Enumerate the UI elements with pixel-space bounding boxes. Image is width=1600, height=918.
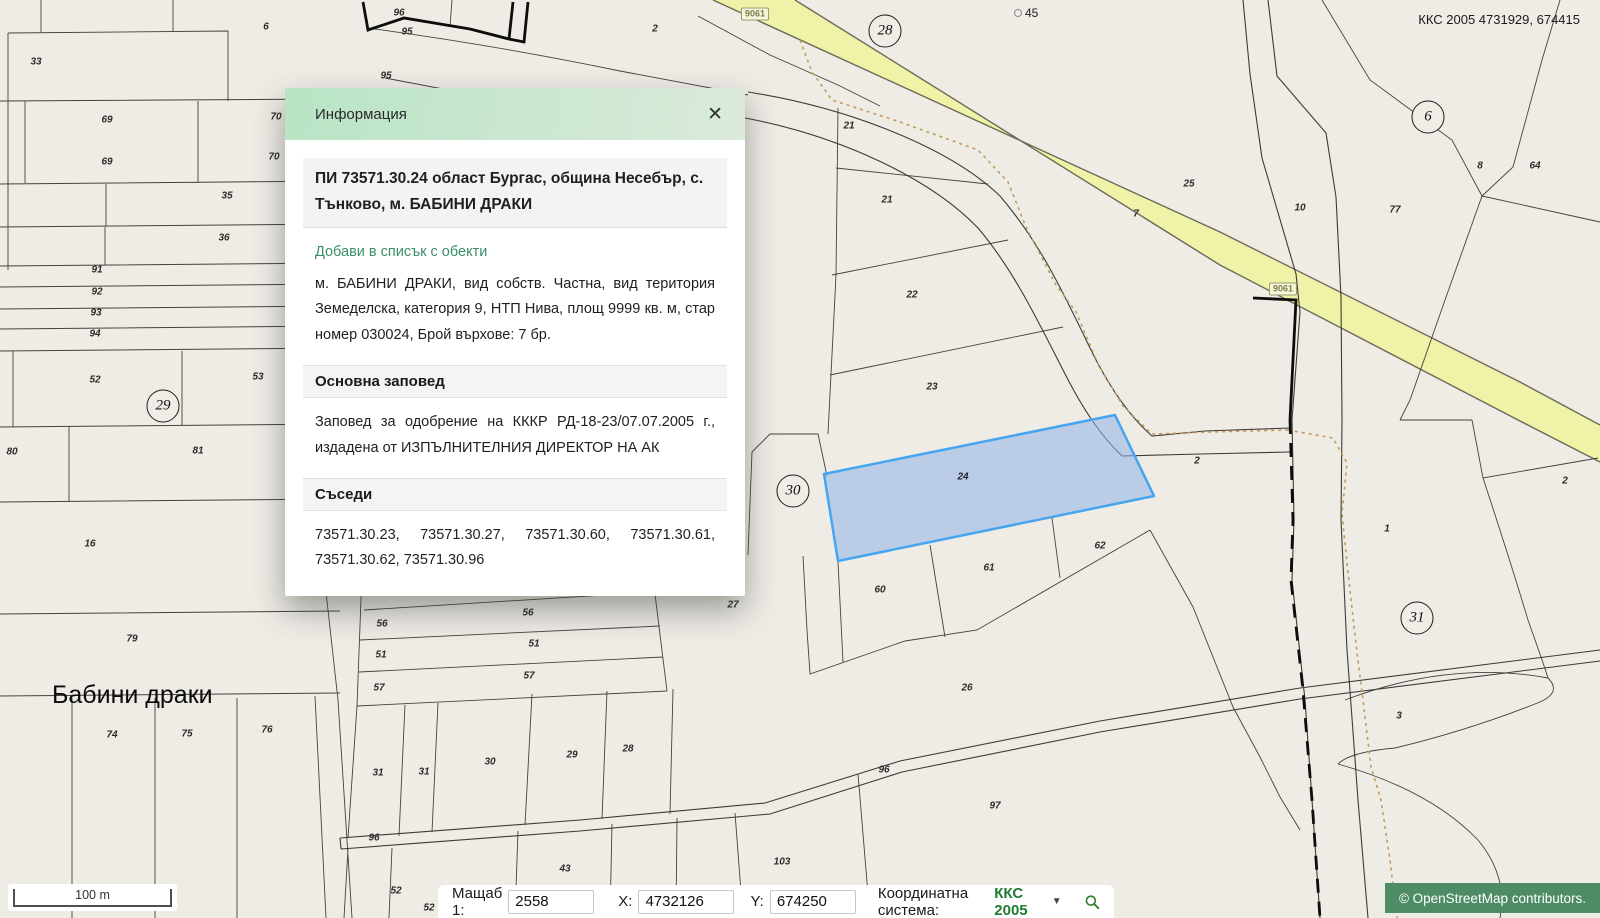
x-label: X:	[618, 893, 632, 910]
info-popup: Информация ✕ ПИ 73571.30.24 област Бурга…	[285, 88, 745, 596]
order-text: Заповед за одобрение на КККР РД-18-23/07…	[315, 410, 715, 462]
parcel-description: м. БАБИНИ ДРАКИ, вид собств. Частна, вид…	[315, 272, 715, 349]
survey-point-label: 45	[1025, 6, 1038, 20]
popup-header: Информация ✕	[285, 88, 745, 140]
selected-parcel-number: 24	[957, 472, 968, 483]
cadastral-map[interactable]	[0, 0, 1600, 918]
y-coordinate-input[interactable]	[770, 890, 856, 914]
corner-coordinates: ККС 2005 4731929, 674415	[1418, 12, 1580, 27]
coordinate-system-value[interactable]: ККС 2005	[994, 885, 1039, 918]
cadastre-app: 3366970697035369192939452538081167974757…	[0, 0, 1600, 918]
scale-bar-label: 100 m	[8, 888, 177, 902]
parcel-title: ПИ 73571.30.24 област Бургас, община Нес…	[303, 158, 727, 228]
close-icon[interactable]: ✕	[703, 103, 727, 126]
place-name-label: Бабини драки	[52, 681, 213, 710]
scale-input[interactable]	[508, 890, 594, 914]
chevron-down-icon[interactable]: ▼	[1052, 896, 1062, 907]
section-heading-neighbors: Съседи	[303, 478, 727, 511]
osm-attribution-link[interactable]: © OpenStreetMap contributors.	[1385, 883, 1600, 913]
survey-point-icon	[1014, 9, 1022, 17]
section-heading-order: Основна заповед	[303, 365, 727, 398]
y-label: Y:	[750, 893, 763, 910]
x-coordinate-input[interactable]	[638, 890, 734, 914]
add-to-list-link[interactable]: Добави в списък с обекти	[315, 244, 715, 260]
popup-title: Информация	[315, 106, 407, 123]
crs-label: Координатна система:	[878, 885, 984, 918]
map-background	[0, 0, 1600, 918]
scale-label: Мащаб 1:	[452, 885, 502, 918]
survey-point-marker: 45	[1014, 6, 1038, 20]
scale-bar: 100 m	[8, 884, 177, 911]
neighbors-text: 73571.30.23, 73571.30.27, 73571.30.60, 7…	[315, 523, 715, 575]
popup-body: ПИ 73571.30.24 област Бургас, община Нес…	[285, 140, 745, 596]
search-icon[interactable]	[1084, 890, 1100, 914]
status-bar: Мащаб 1: X: Y: Координатна система: ККС …	[438, 885, 1114, 918]
